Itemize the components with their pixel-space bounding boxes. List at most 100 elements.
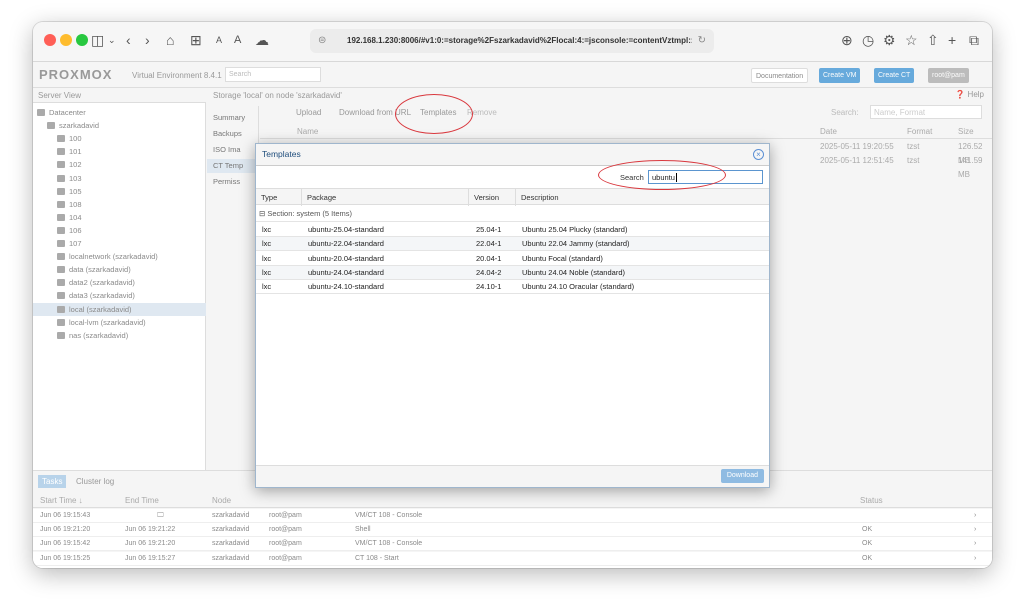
- tree-item[interactable]: data (szarkadavid): [57, 263, 131, 276]
- tree-item[interactable]: local (szarkadavid): [33, 302, 206, 316]
- home-icon[interactable]: ⌂: [166, 31, 174, 49]
- upload-button[interactable]: Upload: [296, 108, 321, 117]
- template-cell: 24.04-2: [476, 267, 502, 277]
- tabs-overview-icon[interactable]: ⧉: [969, 31, 979, 49]
- new-tab-icon[interactable]: +: [948, 31, 956, 49]
- chevron-right-icon[interactable]: ›: [974, 509, 976, 523]
- tree-item-label: localnetwork (szarkadavid): [69, 252, 158, 262]
- tree-item-label: local-lvm (szarkadavid): [69, 317, 146, 327]
- task-row[interactable]: Jun 06 19:15:25 Jun 06 19:15:27 szarkadavi…: [33, 551, 992, 566]
- template-row[interactable]: lxc ubuntu-25.04-standard 25.04-1 Ubuntu 25…: [256, 223, 769, 237]
- task-row[interactable]: Jun 06 19:21:20 Jun 06 19:21:22 szarkadavi…: [33, 523, 992, 538]
- tree-item[interactable]: data3 (szarkadavid): [57, 289, 135, 302]
- tree-item[interactable]: 107: [57, 237, 82, 250]
- tree-item-label: data (szarkadavid): [69, 265, 131, 275]
- nav-ct-templates[interactable]: CT Temp: [207, 159, 259, 173]
- task-cell: szarkadavid: [212, 540, 250, 548]
- chevron-right-icon[interactable]: ›: [974, 537, 976, 551]
- highlight-annotation: [395, 94, 473, 134]
- tree-item[interactable]: local-lvm (szarkadavid): [57, 316, 146, 329]
- share-icon[interactable]: ⇧: [927, 31, 939, 49]
- tree-item[interactable]: 102: [57, 158, 82, 171]
- tree-item[interactable]: 108: [57, 198, 82, 211]
- grid-icon[interactable]: ⊞: [190, 31, 202, 49]
- tree-item[interactable]: nas (szarkadavid): [57, 329, 128, 342]
- gear-icon[interactable]: ⚙: [883, 31, 896, 49]
- task-row[interactable]: Jun 06 19:15:43 szarkadavid root@pam VM/CT …: [33, 509, 992, 523]
- user-menu-button[interactable]: root@pam: [928, 68, 969, 83]
- template-row[interactable]: lxc ubuntu-20.04-standard 20.04-1 Ubuntu Fo…: [256, 252, 769, 266]
- tree-item-label: nas (szarkadavid): [69, 330, 129, 340]
- task-cell: OK: [862, 554, 873, 562]
- tree-item[interactable]: 105: [57, 185, 82, 198]
- cloud-icon[interactable]: ☁: [255, 31, 269, 49]
- template-row[interactable]: lxc ubuntu-24.04-standard 24.04-2 Ubuntu 24…: [256, 265, 769, 280]
- template-cell: lxc: [262, 253, 272, 263]
- task-cell: Jun 06 19:21:22: [125, 526, 176, 534]
- tree-item[interactable]: 106: [57, 224, 82, 237]
- create-vm-button[interactable]: Create VM: [819, 68, 861, 83]
- task-cell: Jun 06 19:13:14: [40, 566, 90, 568]
- history-icon[interactable]: ◷: [862, 31, 874, 49]
- reload-icon[interactable]: ↻: [698, 29, 706, 53]
- download-button[interactable]: Download: [720, 469, 764, 483]
- tree-item[interactable]: 103: [57, 172, 82, 185]
- template-cell: 25.04-1: [476, 225, 502, 234]
- close-icon[interactable]: ×: [753, 149, 764, 160]
- nav-summary[interactable]: Summary: [213, 111, 245, 125]
- tab-tasks[interactable]: Tasks: [38, 475, 67, 488]
- tree-node-icon: [57, 200, 65, 208]
- text-larger-icon[interactable]: A: [234, 31, 241, 49]
- task-cell: VM/CT 108 - Console: [355, 540, 423, 548]
- view-selector[interactable]: Server View: [33, 88, 206, 103]
- sidebar-icon[interactable]: ◫: [91, 31, 104, 49]
- template-row[interactable]: lxc ubuntu-24.10-standard 24.10-1 Ubuntu 24…: [256, 280, 769, 295]
- text-smaller-icon[interactable]: A: [216, 31, 222, 49]
- page-settings-icon[interactable]: ⊜: [318, 29, 326, 53]
- chevron-right-icon[interactable]: ›: [974, 566, 976, 568]
- tree-item[interactable]: 101: [57, 145, 82, 158]
- star-icon[interactable]: ☆: [905, 31, 918, 49]
- section-group-header[interactable]: ⊟ Section: system (5 Items): [256, 206, 769, 222]
- task-row[interactable]: Jun 06 19:15:42 Jun 06 19:21:20 szarkadavi…: [33, 537, 992, 552]
- tree-item-label: 104: [69, 212, 82, 222]
- task-cell: root@pam: [269, 526, 302, 534]
- tree-item[interactable]: localnetwork (szarkadavid): [57, 250, 158, 263]
- task-row[interactable]: Jun 06 19:13:14 Jun 06 19:15:21 szarkadavi…: [33, 565, 992, 568]
- chevron-right-icon[interactable]: ›: [974, 523, 976, 537]
- tree-node-icon: [57, 318, 65, 326]
- nav-permissions[interactable]: Permiss: [213, 175, 240, 189]
- tree-item[interactable]: szarkadavid: [47, 119, 99, 132]
- back-icon[interactable]: ‹: [126, 31, 131, 49]
- minimize-window-button[interactable]: [60, 34, 72, 46]
- chevron-down-icon[interactable]: ⌄: [108, 31, 116, 49]
- task-cell: OK: [862, 540, 873, 548]
- download-icon[interactable]: ⊕: [841, 31, 853, 49]
- nav-iso-images[interactable]: ISO Ima: [213, 143, 241, 157]
- task-cell: root@pam: [269, 540, 302, 548]
- url-text: 192.168.1.230:8006/#v1:0:=storage%2Fszar…: [347, 36, 692, 45]
- tree-item[interactable]: Datacenter: [37, 106, 86, 119]
- chevron-right-icon[interactable]: ›: [974, 552, 976, 566]
- template-cell: 22.04-1: [476, 239, 502, 249]
- tree-item[interactable]: 100: [57, 132, 82, 145]
- address-bar[interactable]: ⊜ 192.168.1.230:8006/#v1:0:=storage%2Fsz…: [310, 29, 714, 53]
- zoom-window-button[interactable]: [76, 34, 88, 46]
- create-ct-button[interactable]: Create CT: [874, 68, 915, 83]
- tree-item[interactable]: 104: [57, 211, 82, 224]
- content-search-input[interactable]: Name, Format: [870, 105, 982, 119]
- tree-item[interactable]: data2 (szarkadavid): [57, 276, 135, 289]
- close-window-button[interactable]: [44, 34, 56, 46]
- tab-cluster-log[interactable]: Cluster log: [76, 477, 114, 486]
- monitor-icon: 🖵: [157, 512, 164, 519]
- documentation-button[interactable]: Documentation: [751, 68, 809, 83]
- task-cell: Jun 06 19:15:27: [125, 554, 176, 562]
- task-cell: Shell: [355, 566, 371, 568]
- global-search-input[interactable]: Search: [225, 67, 321, 82]
- help-button[interactable]: ❓ Help: [955, 90, 984, 99]
- template-cell: ubuntu-24.10-standard: [308, 282, 384, 292]
- nav-backups[interactable]: Backups: [213, 127, 242, 141]
- forward-icon[interactable]: ›: [145, 31, 150, 49]
- tree-item-label: 105: [69, 186, 82, 196]
- template-row[interactable]: lxc ubuntu-22.04-standard 22.04-1 Ubuntu 22…: [256, 237, 769, 252]
